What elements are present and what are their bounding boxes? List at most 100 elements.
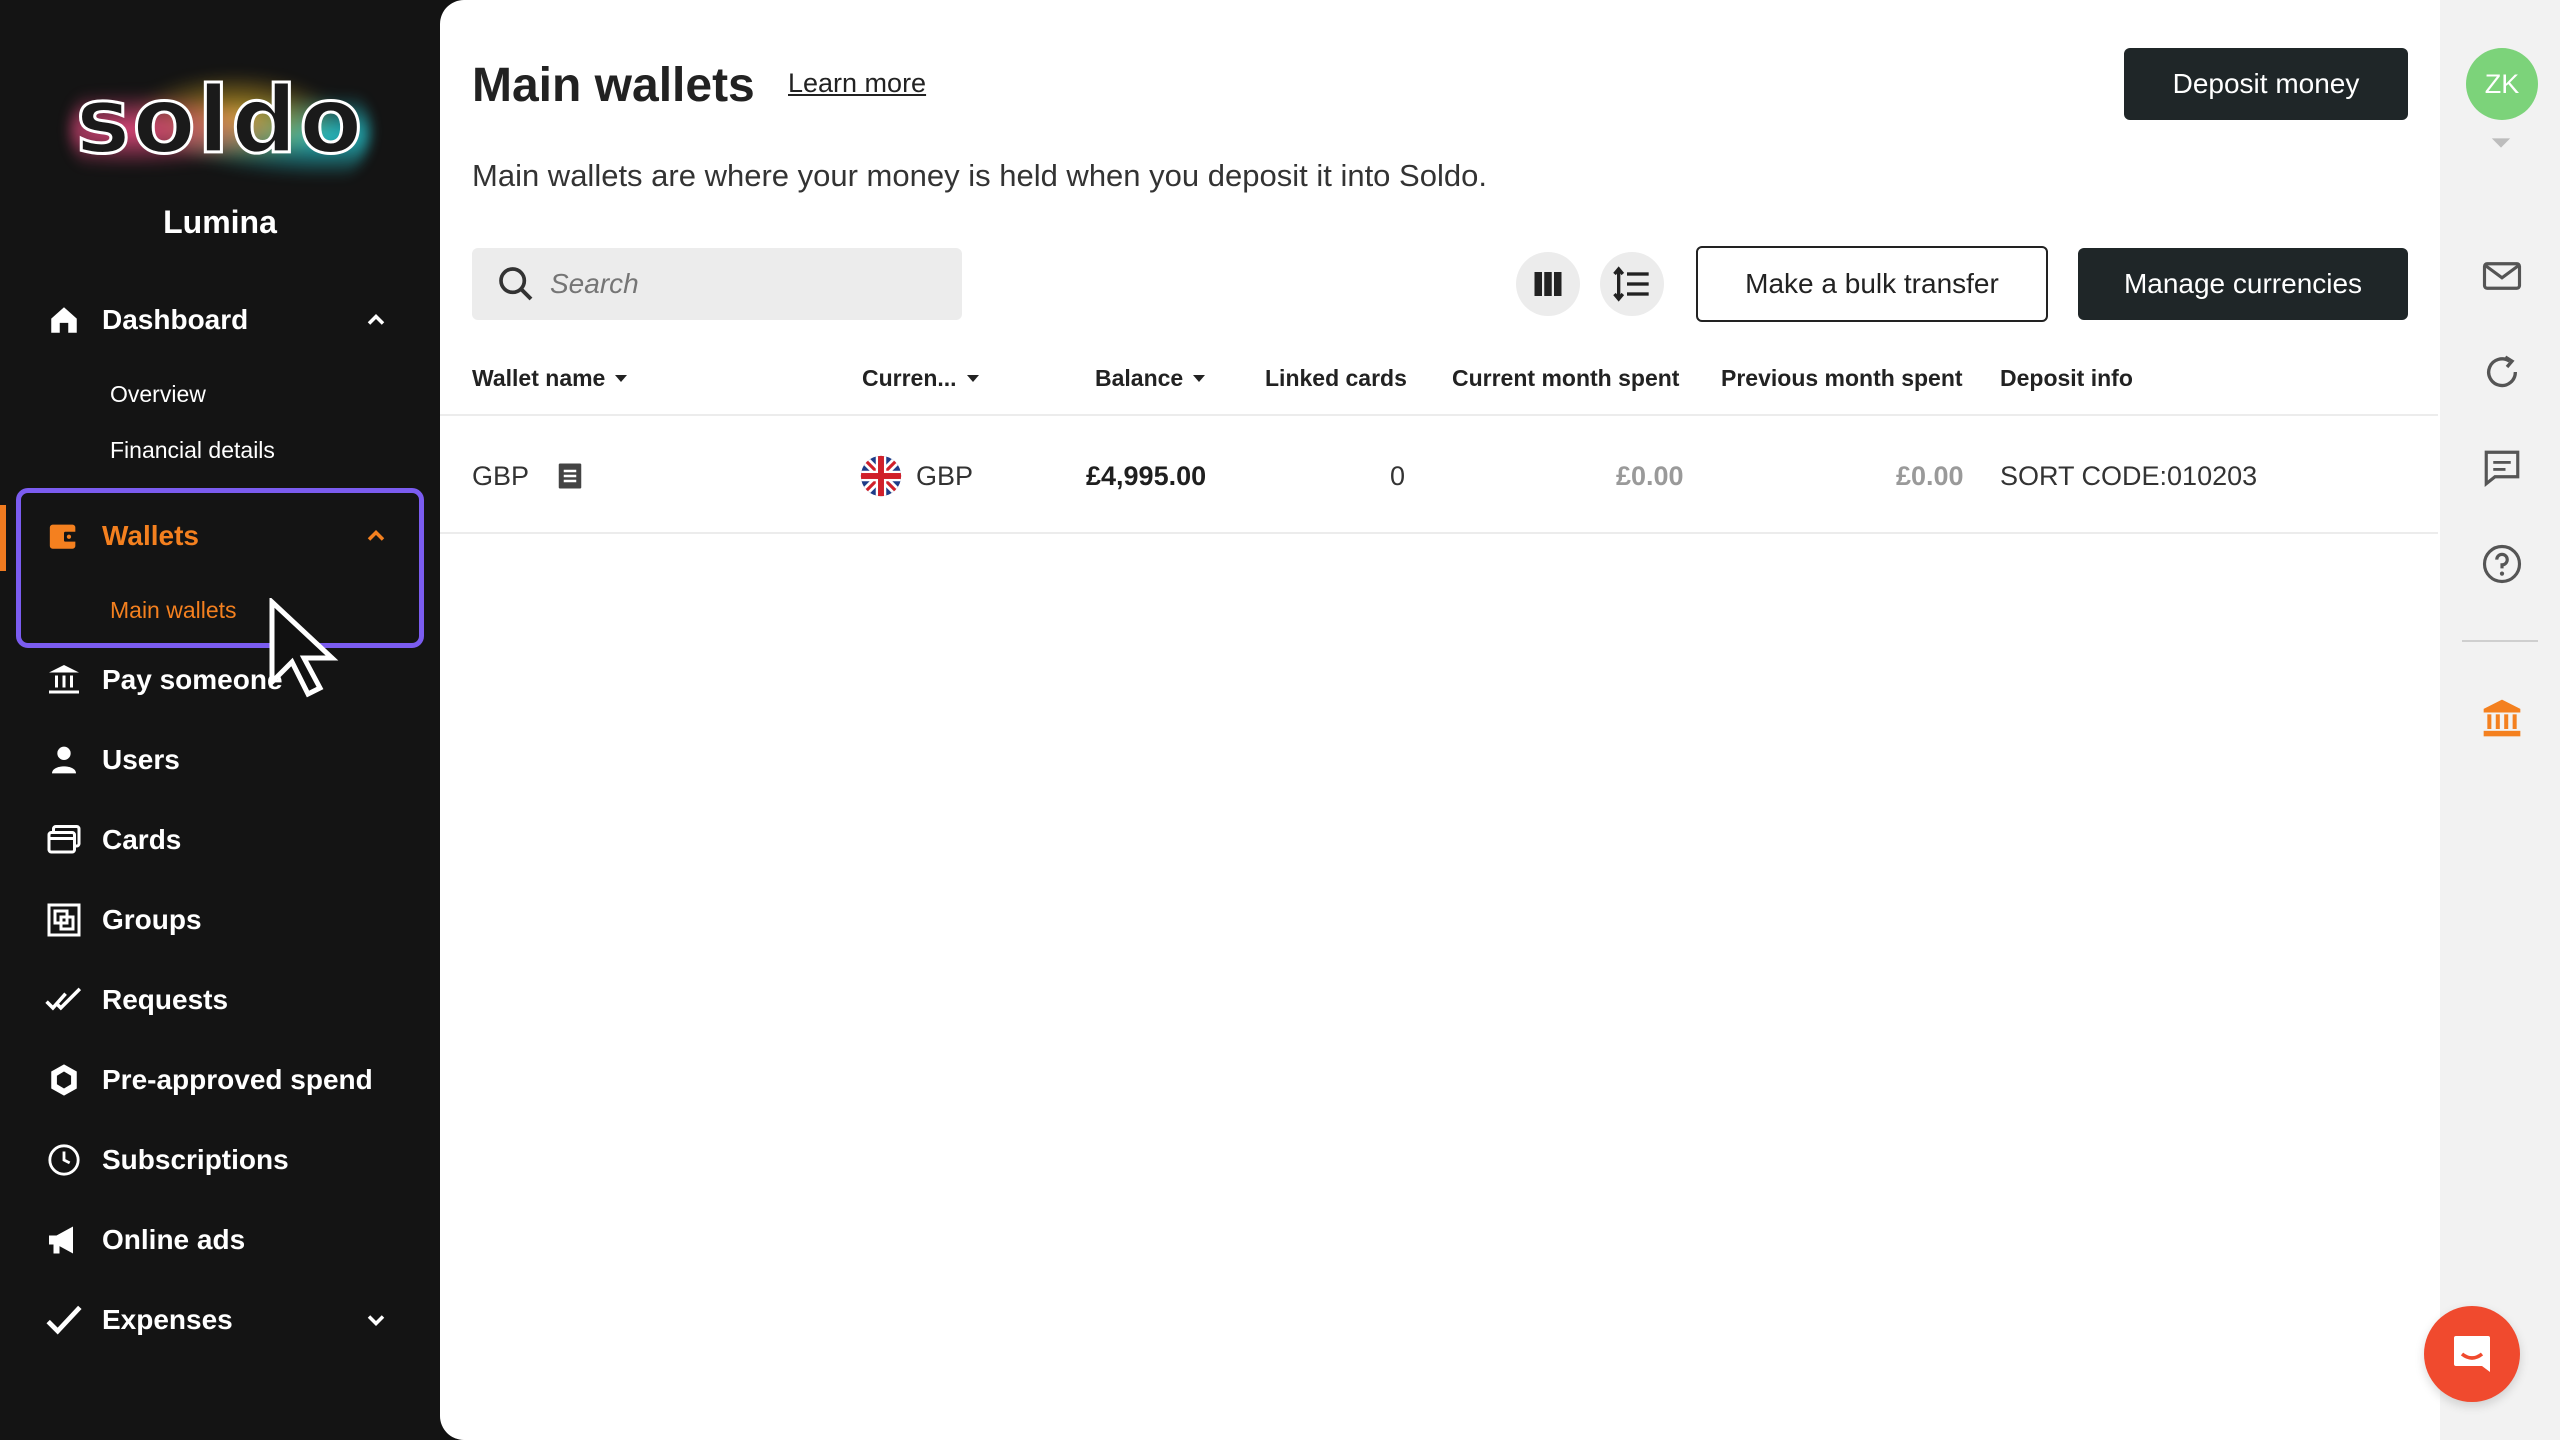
refresh-button[interactable] bbox=[2476, 346, 2528, 398]
support-chat-button[interactable] bbox=[2424, 1306, 2520, 1402]
help-icon bbox=[2482, 544, 2522, 584]
messages-button[interactable] bbox=[2476, 250, 2528, 302]
nav-expenses-label: Expenses bbox=[102, 1304, 233, 1335]
col-wallet-name-label: Wallet name bbox=[472, 364, 606, 391]
columns-toggle-button[interactable] bbox=[1516, 252, 1580, 316]
nav-subscriptions-label: Subscriptions bbox=[102, 1144, 289, 1175]
document-icon[interactable] bbox=[555, 461, 585, 491]
sub-financial-details[interactable]: Financial details bbox=[110, 428, 275, 472]
nav-dashboard[interactable]: Dashboard bbox=[44, 292, 414, 348]
col-currency[interactable]: Curren... bbox=[862, 362, 979, 394]
nav-cards-label: Cards bbox=[102, 824, 182, 855]
nav-pay-someone-label: Pay someone bbox=[102, 664, 283, 695]
chevron-down-icon[interactable] bbox=[362, 1306, 390, 1334]
cell-current-month-spent: £0.00 bbox=[1616, 460, 1684, 491]
chat-bubble-icon bbox=[2454, 1336, 2490, 1372]
search-icon bbox=[499, 267, 533, 301]
check-icon bbox=[44, 1300, 84, 1340]
sort-caret-icon bbox=[1193, 374, 1206, 382]
avatar-dropdown-icon[interactable] bbox=[2490, 136, 2512, 150]
nav-online-ads-label: Online ads bbox=[102, 1224, 246, 1255]
uk-flag-icon bbox=[860, 455, 902, 497]
nav-pay-someone[interactable]: Pay someone bbox=[44, 652, 414, 708]
cards-icon bbox=[44, 820, 84, 860]
cell-previous-month-spent: £0.00 bbox=[1896, 460, 1964, 491]
right-rail: ZK bbox=[2440, 0, 2560, 1440]
header-divider bbox=[440, 414, 2438, 416]
sidebar: soldo Lumina Dashboard Overview Financia… bbox=[0, 0, 440, 1440]
mail-icon bbox=[2482, 262, 2522, 290]
cell-deposit-info: SORT CODE:010203 bbox=[2000, 460, 2258, 491]
nav-expenses[interactable]: Expenses bbox=[44, 1292, 414, 1348]
logo-text: soldo bbox=[74, 65, 365, 175]
sub-main-wallets[interactable]: Main wallets bbox=[110, 588, 237, 632]
chevron-up-icon[interactable] bbox=[362, 522, 390, 550]
nav-pre-approved-spend[interactable]: Pre-approved spend bbox=[44, 1052, 414, 1108]
nav-subscriptions[interactable]: Subscriptions bbox=[44, 1132, 414, 1188]
manage-currencies-button[interactable]: Manage currencies bbox=[2078, 248, 2408, 320]
wallet-icon bbox=[44, 516, 84, 556]
deposit-money-button[interactable]: Deposit money bbox=[2124, 48, 2408, 120]
active-indicator bbox=[0, 505, 6, 571]
bank-icon bbox=[2483, 699, 2521, 737]
bank-button[interactable] bbox=[2476, 692, 2528, 744]
main-content: Main wallets Learn more Deposit money Ma… bbox=[440, 0, 2440, 1440]
home-icon bbox=[44, 300, 84, 340]
nav-wallets[interactable]: Wallets bbox=[44, 508, 414, 564]
shield-hexagon-icon bbox=[44, 1060, 84, 1100]
cell-currency: GBP bbox=[860, 455, 974, 497]
soldo-logo[interactable]: soldo bbox=[0, 40, 440, 200]
col-balance[interactable]: Balance bbox=[1095, 362, 1206, 394]
row-density-button[interactable] bbox=[1600, 252, 1664, 316]
wallet-name-text: GBP bbox=[472, 460, 530, 491]
nav-users[interactable]: Users bbox=[44, 732, 414, 788]
chevron-up-icon[interactable] bbox=[362, 306, 390, 334]
learn-more-link[interactable]: Learn more bbox=[788, 68, 926, 99]
sort-caret-icon bbox=[615, 374, 628, 382]
clock-icon bbox=[44, 1140, 84, 1180]
cell-linked-cards: 0 bbox=[1390, 460, 1406, 491]
cell-wallet-name: GBP bbox=[472, 458, 585, 494]
avatar[interactable]: ZK bbox=[2466, 48, 2538, 120]
double-check-icon bbox=[44, 980, 84, 1020]
nav-online-ads[interactable]: Online ads bbox=[44, 1212, 414, 1268]
nav-pre-approved-label: Pre-approved spend bbox=[102, 1064, 373, 1095]
col-deposit-info: Deposit info bbox=[2000, 364, 2133, 391]
columns-icon bbox=[1534, 272, 1562, 296]
bank-transfer-icon bbox=[44, 660, 84, 700]
line-spacing-icon bbox=[1613, 266, 1649, 302]
help-button[interactable] bbox=[2476, 538, 2528, 590]
col-current-month-spent: Current month spent bbox=[1452, 364, 1680, 391]
col-balance-label: Balance bbox=[1095, 364, 1184, 391]
currency-code: GBP bbox=[916, 460, 974, 491]
megaphone-icon bbox=[44, 1220, 84, 1260]
search-box[interactable] bbox=[472, 248, 962, 320]
rail-divider bbox=[2462, 640, 2538, 642]
nav-wallets-label: Wallets bbox=[102, 520, 199, 551]
nav-groups-label: Groups bbox=[102, 904, 202, 935]
sub-overview[interactable]: Overview bbox=[110, 372, 206, 416]
refresh-icon bbox=[2487, 355, 2518, 388]
groups-icon bbox=[44, 900, 84, 940]
col-wallet-name[interactable]: Wallet name bbox=[472, 362, 628, 394]
sort-caret-icon bbox=[966, 374, 979, 382]
col-currency-label: Curren... bbox=[862, 364, 957, 391]
nav-cards[interactable]: Cards bbox=[44, 812, 414, 868]
nav-users-label: Users bbox=[102, 744, 180, 775]
bulk-transfer-button[interactable]: Make a bulk transfer bbox=[1696, 246, 2048, 322]
nav-requests-label: Requests bbox=[102, 984, 229, 1015]
search-input[interactable] bbox=[550, 268, 950, 300]
page-title: Main wallets bbox=[472, 59, 755, 112]
comments-button[interactable] bbox=[2476, 442, 2528, 494]
user-icon bbox=[44, 740, 84, 780]
nav-groups[interactable]: Groups bbox=[44, 892, 414, 948]
row-divider bbox=[440, 532, 2438, 534]
nav-dashboard-label: Dashboard bbox=[102, 304, 249, 335]
company-name: Lumina bbox=[163, 204, 277, 240]
col-linked-cards: Linked cards bbox=[1265, 364, 1407, 391]
cell-balance: £4,995.00 bbox=[1086, 460, 1207, 491]
col-previous-month-spent: Previous month spent bbox=[1721, 364, 1963, 391]
nav-requests[interactable]: Requests bbox=[44, 972, 414, 1028]
chat-icon bbox=[2484, 450, 2520, 488]
page-description: Main wallets are where your money is hel… bbox=[472, 158, 1487, 193]
